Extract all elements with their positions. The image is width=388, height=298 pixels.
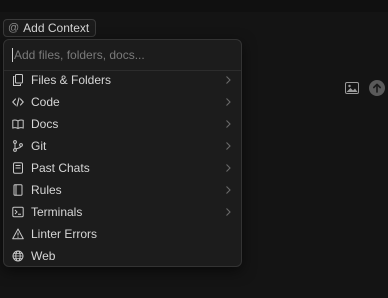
menu-item-label: Linter Errors: [31, 227, 98, 241]
menu-item-linter-errors[interactable]: Linter Errors: [4, 223, 241, 245]
globe-icon: [12, 250, 24, 262]
send-button[interactable]: [369, 80, 385, 96]
add-context-label: Add Context: [23, 21, 90, 35]
chevron-right-icon: [224, 163, 232, 173]
code-icon: [12, 96, 24, 108]
add-context-menu: Files & Folders Code: [3, 39, 242, 267]
menu-item-label: Rules: [31, 183, 62, 197]
chevron-right-icon: [224, 97, 232, 107]
menu-item-label: Past Chats: [31, 161, 90, 175]
chat-panel: @ Add Context Add files, folders, docs..…: [0, 0, 388, 298]
chevron-right-icon: [224, 141, 232, 151]
menu-item-docs[interactable]: Docs: [4, 113, 241, 135]
git-branch-icon: [12, 140, 24, 152]
chevron-right-icon: [224, 207, 232, 217]
menu-item-label: Web: [31, 249, 56, 263]
arrow-up-icon: [373, 83, 381, 93]
chevron-right-icon: [224, 119, 232, 129]
add-context-button[interactable]: @ Add Context: [3, 19, 97, 37]
chevron-right-icon: [224, 185, 232, 195]
menu-item-label: Terminals: [31, 205, 83, 219]
menu-item-rules[interactable]: Rules: [4, 179, 241, 201]
menu-item-past-chats[interactable]: Past Chats: [4, 157, 241, 179]
menu-item-files-folders[interactable]: Files & Folders: [4, 69, 241, 91]
files-icon: [12, 74, 24, 86]
menu-item-label: Docs: [31, 117, 59, 131]
menu-item-terminals[interactable]: Terminals: [4, 201, 241, 223]
book-icon: [12, 118, 24, 130]
at-sign-icon: @: [8, 21, 20, 34]
menu-search: [12, 44, 232, 66]
menu-item-code[interactable]: Code: [4, 91, 241, 113]
text-caret: [12, 48, 13, 62]
warning-triangle-icon: [12, 228, 24, 240]
search-input[interactable]: [14, 48, 214, 62]
menu-item-label: Code: [31, 95, 60, 109]
image-icon[interactable]: [345, 82, 359, 94]
chevron-right-icon: [224, 75, 232, 85]
menu-item-label: Git: [31, 139, 47, 153]
menu-item-web[interactable]: Web: [4, 245, 241, 266]
chat-history-icon: [12, 162, 24, 174]
menu-item-label: Files & Folders: [31, 73, 112, 87]
terminal-icon: [12, 206, 24, 218]
rules-file-icon: [12, 184, 24, 196]
menu-list: Files & Folders Code Docs Git Past Chats…: [4, 69, 241, 266]
menu-item-git[interactable]: Git: [4, 135, 241, 157]
